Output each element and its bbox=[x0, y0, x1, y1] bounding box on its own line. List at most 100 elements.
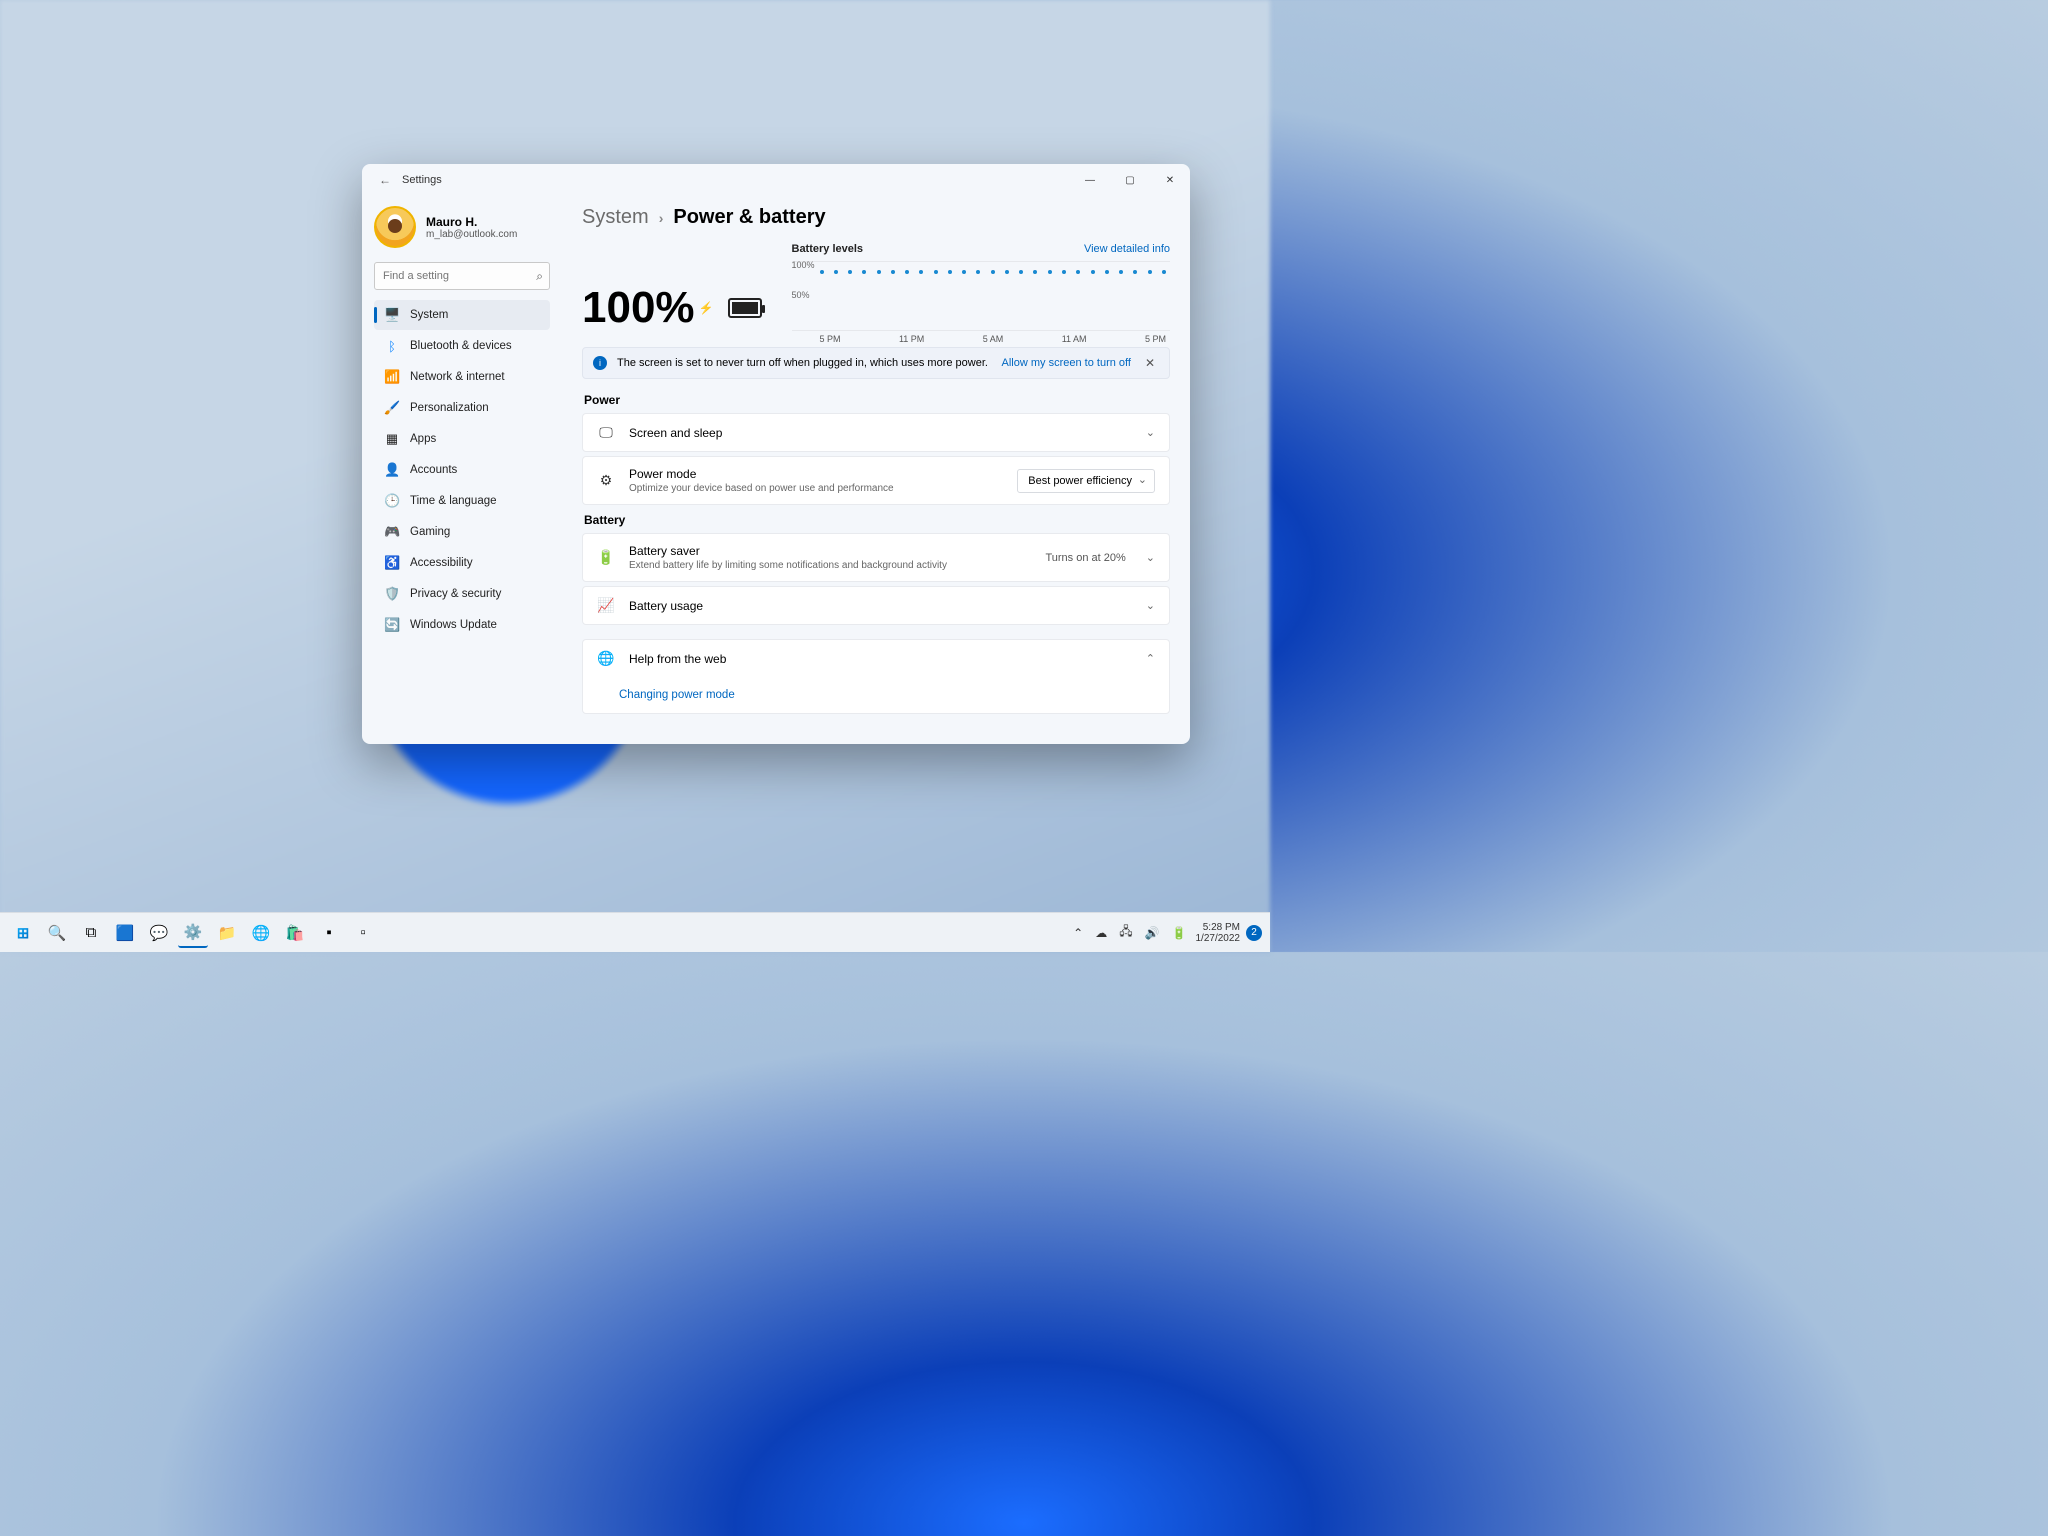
x-tick: 5 PM bbox=[1145, 334, 1166, 344]
battery-percent-block: 100% ⚡ bbox=[582, 243, 762, 333]
search-icon: ⌕ bbox=[536, 269, 543, 284]
search-box: ⌕ bbox=[374, 262, 550, 290]
system-tray: ⌃ ☁ 🖧 🔊 🔋 5:28 PM 1/27/2022 2 bbox=[1070, 922, 1262, 944]
page-title: Power & battery bbox=[673, 206, 825, 229]
sidebar-item-label: Network & internet bbox=[410, 371, 505, 383]
row-title: Battery saver bbox=[629, 544, 1031, 558]
taskbar-terminal[interactable]: ▪ bbox=[314, 918, 344, 948]
power-mode-icon: ⚙ bbox=[597, 472, 615, 489]
taskbar-chat[interactable]: 💬 bbox=[144, 918, 174, 948]
notification-badge[interactable]: 2 bbox=[1246, 925, 1262, 941]
x-tick: 11 PM bbox=[899, 334, 924, 344]
info-message: The screen is set to never turn off when… bbox=[617, 357, 988, 369]
tray-overflow[interactable]: ⌃ bbox=[1070, 926, 1086, 940]
row-screen-sleep[interactable]: 🖵 Screen and sleep ⌄ bbox=[583, 414, 1169, 451]
taskbar-app[interactable]: ▫ bbox=[348, 918, 378, 948]
taskbar-settings[interactable]: ⚙️ bbox=[178, 918, 208, 948]
chart-dot bbox=[820, 270, 824, 274]
sidebar: Mauro H. m_lab@outlook.com ⌕ 🖥️System ᛒB… bbox=[362, 196, 562, 744]
row-title: Battery usage bbox=[629, 599, 1132, 613]
search-input[interactable] bbox=[374, 262, 550, 290]
row-battery-saver[interactable]: 🔋 Battery saver Extend battery life by l… bbox=[583, 534, 1169, 581]
breadcrumb-parent[interactable]: System bbox=[582, 206, 649, 229]
row-subtitle: Extend battery life by limiting some not… bbox=[629, 560, 1031, 571]
taskbar-edge[interactable]: 🌐 bbox=[246, 918, 276, 948]
close-button[interactable]: ✕ bbox=[1150, 164, 1190, 196]
wifi-icon: 📶 bbox=[384, 369, 400, 385]
view-detailed-link[interactable]: View detailed info bbox=[1084, 243, 1170, 255]
start-button[interactable]: ⊞ bbox=[8, 918, 38, 948]
globe-icon: 🌐 bbox=[597, 650, 615, 667]
sidebar-item-accounts[interactable]: 👤Accounts bbox=[374, 455, 550, 485]
gamepad-icon: 🎮 bbox=[384, 524, 400, 540]
sidebar-item-system[interactable]: 🖥️System bbox=[374, 300, 550, 330]
titlebar: ← Settings — ▢ ✕ bbox=[362, 164, 1190, 196]
taskbar-widgets[interactable]: 🟦 bbox=[110, 918, 140, 948]
chart-dot bbox=[1148, 270, 1152, 274]
chart-icon: 📈 bbox=[597, 597, 615, 614]
taskbar-explorer[interactable]: 📁 bbox=[212, 918, 242, 948]
tray-volume-icon[interactable]: 🔊 bbox=[1142, 926, 1163, 940]
row-battery-usage[interactable]: 📈 Battery usage ⌄ bbox=[583, 587, 1169, 624]
sidebar-item-label: Bluetooth & devices bbox=[410, 340, 512, 352]
tray-network-icon[interactable]: 🖧 bbox=[1116, 922, 1135, 943]
info-close-button[interactable]: ✕ bbox=[1141, 356, 1159, 370]
info-action-link[interactable]: Allow my screen to turn off bbox=[1002, 357, 1131, 369]
battery-icon bbox=[728, 298, 762, 318]
chart-dot bbox=[919, 270, 923, 274]
help-link-power-mode[interactable]: Changing power mode bbox=[583, 677, 1169, 713]
sidebar-item-gaming[interactable]: 🎮Gaming bbox=[374, 517, 550, 547]
sidebar-item-bluetooth[interactable]: ᛒBluetooth & devices bbox=[374, 331, 550, 361]
tray-onedrive-icon[interactable]: ☁ bbox=[1092, 926, 1110, 940]
sidebar-item-update[interactable]: 🔄Windows Update bbox=[374, 610, 550, 640]
taskbar-store[interactable]: 🛍️ bbox=[280, 918, 310, 948]
tray-battery-icon[interactable]: 🔋 bbox=[1169, 926, 1190, 940]
chart-dot bbox=[976, 270, 980, 274]
sidebar-item-apps[interactable]: ▦Apps bbox=[374, 424, 550, 454]
chart-title: Battery levels bbox=[792, 243, 864, 255]
monitor-icon: 🖵 bbox=[597, 424, 615, 441]
sidebar-item-label: Time & language bbox=[410, 495, 497, 507]
minimize-button[interactable]: — bbox=[1070, 164, 1110, 196]
chart-dot bbox=[905, 270, 909, 274]
x-tick: 5 AM bbox=[983, 334, 1004, 344]
back-button[interactable]: ← bbox=[372, 173, 398, 187]
chart-dots bbox=[820, 270, 1167, 274]
profile-block[interactable]: Mauro H. m_lab@outlook.com bbox=[374, 202, 550, 258]
sidebar-item-network[interactable]: 📶 Network & internet bbox=[374, 362, 550, 392]
sidebar-item-time[interactable]: 🕒Time & language bbox=[374, 486, 550, 516]
chart-dot bbox=[1091, 270, 1095, 274]
chevron-down-icon: ⌄ bbox=[1146, 426, 1155, 439]
section-battery: Battery bbox=[584, 513, 1170, 527]
chevron-down-icon: ⌄ bbox=[1146, 599, 1155, 612]
chart-dot bbox=[1133, 270, 1137, 274]
battery-saver-icon: 🔋 bbox=[597, 549, 615, 566]
row-subtitle: Optimize your device based on power use … bbox=[629, 483, 1003, 494]
chart-dot bbox=[891, 270, 895, 274]
nav-list: 🖥️System ᛒBluetooth & devices 📶 Network &… bbox=[374, 300, 550, 640]
tray-clock[interactable]: 5:28 PM 1/27/2022 bbox=[1196, 922, 1241, 944]
sidebar-item-accessibility[interactable]: ♿Accessibility bbox=[374, 548, 550, 578]
chart-dot bbox=[1162, 270, 1166, 274]
chevron-right-icon: › bbox=[659, 210, 664, 226]
person-icon: 👤 bbox=[384, 462, 400, 478]
row-title: Help from the web bbox=[629, 652, 1132, 666]
profile-email: m_lab@outlook.com bbox=[426, 229, 517, 240]
chart-dot bbox=[1119, 270, 1123, 274]
sidebar-item-privacy[interactable]: 🛡️Privacy & security bbox=[374, 579, 550, 609]
battery-percent: 100% bbox=[582, 283, 695, 333]
sidebar-item-label: Personalization bbox=[410, 402, 489, 414]
row-help[interactable]: 🌐 Help from the web ⌃ bbox=[583, 640, 1169, 677]
row-power-mode[interactable]: ⚙ Power mode Optimize your device based … bbox=[583, 457, 1169, 504]
taskbar-search[interactable]: 🔍 bbox=[42, 918, 72, 948]
sidebar-item-label: Windows Update bbox=[410, 619, 497, 631]
power-mode-dropdown[interactable]: Best power efficiency bbox=[1017, 469, 1155, 493]
sidebar-item-personalization[interactable]: 🖌️Personalization bbox=[374, 393, 550, 423]
row-value: Turns on at 20% bbox=[1045, 552, 1125, 564]
chart-dot bbox=[1105, 270, 1109, 274]
maximize-button[interactable]: ▢ bbox=[1110, 164, 1150, 196]
taskbar-taskview[interactable]: ⧉ bbox=[76, 918, 106, 948]
accessibility-icon: ♿ bbox=[384, 555, 400, 571]
chart-dot bbox=[877, 270, 881, 274]
y-tick-100: 100% bbox=[792, 260, 815, 270]
